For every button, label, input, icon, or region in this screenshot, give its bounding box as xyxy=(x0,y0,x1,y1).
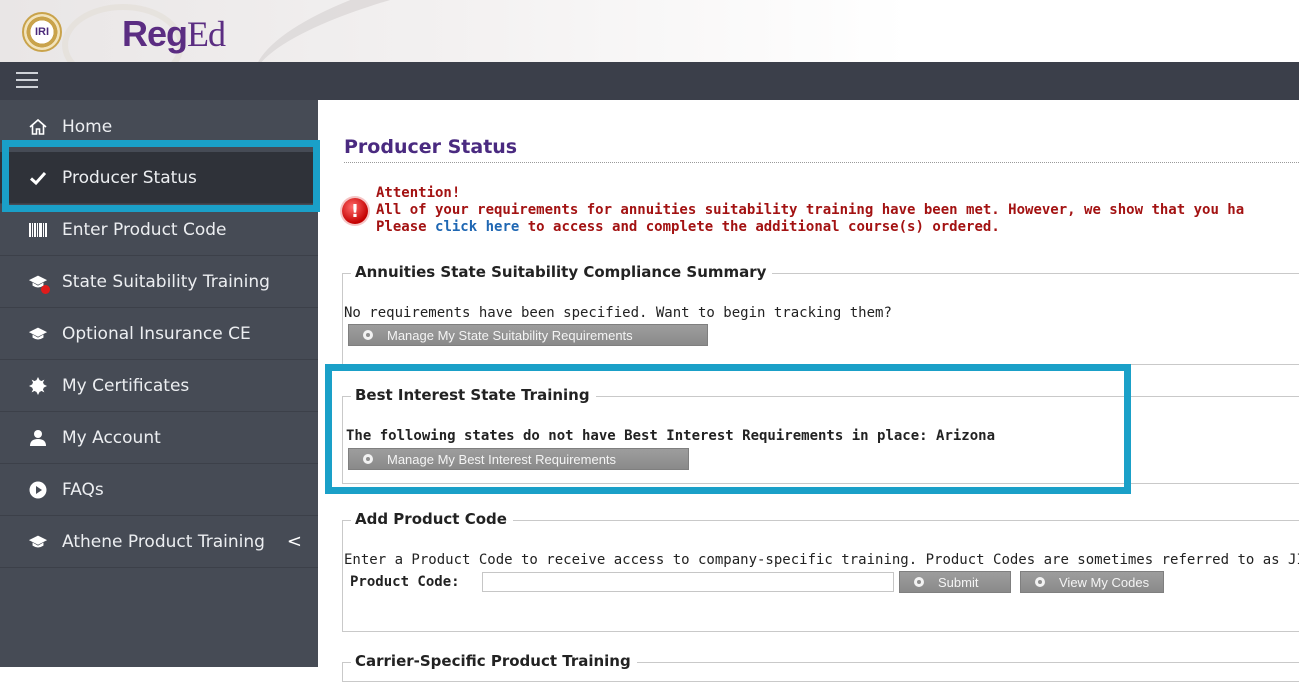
sidebar-item-label: FAQs xyxy=(62,479,104,500)
sidebar-item-faqs[interactable]: FAQs xyxy=(0,464,318,516)
sidebar-item-label: Enter Product Code xyxy=(62,219,227,240)
reged-logo[interactable]: RegEd xyxy=(122,13,226,55)
user-icon xyxy=(28,428,48,448)
section-legend: Annuities State Suitability Compliance S… xyxy=(351,263,773,281)
sidebar-item-optional-insurance-ce[interactable]: Optional Insurance CE xyxy=(0,308,318,360)
home-icon xyxy=(28,117,48,137)
iri-logo[interactable]: IRI xyxy=(22,12,62,52)
certificate-icon xyxy=(28,376,48,396)
play-circle-icon xyxy=(28,480,48,500)
alert-line-2: Please click here to access and complete… xyxy=(376,219,1244,236)
sidebar-item-label: Optional Insurance CE xyxy=(62,323,251,344)
product-code-label: Product Code: xyxy=(350,574,460,590)
notification-dot xyxy=(41,284,50,294)
section-legend: Add Product Code xyxy=(351,510,513,528)
product-code-input[interactable] xyxy=(482,572,894,592)
attention-alert: Attention! All of your requirements for … xyxy=(376,185,1244,236)
sidebar-item-my-certificates[interactable]: My Certificates xyxy=(0,360,318,412)
title-divider xyxy=(344,162,1299,163)
carrier-training-section: Carrier-Specific Product Training xyxy=(342,652,1299,682)
sidebar-item-athene-product-training[interactable]: Athene Product Training < xyxy=(0,516,318,568)
sidebar-item-my-account[interactable]: My Account xyxy=(0,412,318,464)
brand-main: Reg xyxy=(122,13,188,54)
suitability-message: No requirements have been specified. Wan… xyxy=(344,305,892,321)
page-title: Producer Status xyxy=(344,136,518,158)
view-my-codes-button[interactable]: View My Codes xyxy=(1020,571,1164,593)
section-legend: Carrier-Specific Product Training xyxy=(351,652,637,670)
click-here-link[interactable]: click here xyxy=(435,219,519,235)
manage-suitability-button[interactable]: Manage My State Suitability Requirements xyxy=(348,324,708,346)
sidebar-item-label: My Account xyxy=(62,427,161,448)
chevron-left-icon[interactable]: < xyxy=(287,531,302,552)
top-bar xyxy=(0,62,1299,100)
sidebar-item-label: State Suitability Training xyxy=(62,271,270,292)
graduation-cap-icon xyxy=(28,532,48,552)
brand-suffix: Ed xyxy=(187,14,226,54)
highlight-box-best-interest xyxy=(325,364,1131,494)
alert-line-2-suffix: to access and complete the additional co… xyxy=(519,219,1000,235)
header-decoration xyxy=(240,0,680,62)
app-header: IRI RegEd xyxy=(0,0,1299,62)
product-code-description: Enter a Product Code to receive access t… xyxy=(344,552,1299,568)
graduation-cap-icon xyxy=(28,324,48,344)
hamburger-menu-icon[interactable] xyxy=(16,72,38,90)
button-label: Submit xyxy=(938,574,979,590)
sidebar-item-label: Athene Product Training xyxy=(62,531,265,552)
alert-line-1: All of your requirements for annuities s… xyxy=(376,202,1245,218)
circle-icon xyxy=(363,330,373,340)
iri-logo-text: IRI xyxy=(34,26,50,38)
sidebar-item-state-suitability-training[interactable]: State Suitability Training xyxy=(0,256,318,308)
submit-button[interactable]: Submit xyxy=(899,571,1011,593)
alert-line-2-prefix: Please xyxy=(376,219,436,235)
highlight-box-producer-status xyxy=(2,140,320,212)
barcode-icon xyxy=(28,220,48,240)
circle-icon xyxy=(1035,577,1045,587)
alert-heading: Attention! xyxy=(376,185,461,201)
graduation-cap-icon xyxy=(28,272,50,294)
sidebar-item-label: Home xyxy=(62,116,113,137)
sidebar-item-label: My Certificates xyxy=(62,375,190,396)
button-label: Manage My State Suitability Requirements xyxy=(387,327,633,343)
alert-icon: ! xyxy=(342,198,368,224)
circle-icon xyxy=(914,577,924,587)
button-label: View My Codes xyxy=(1059,574,1150,590)
